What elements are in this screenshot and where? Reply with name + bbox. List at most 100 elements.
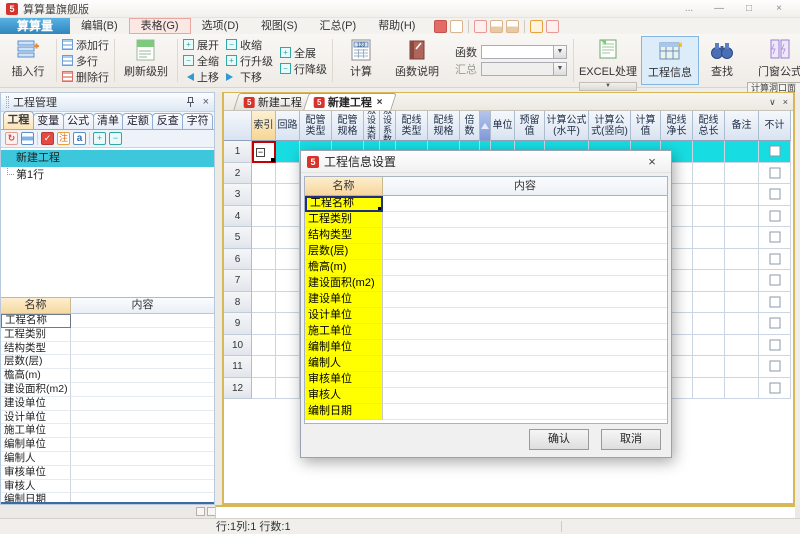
grid-cell[interactable] [252,206,276,228]
property-value-cell[interactable] [71,438,214,452]
dialog-close-icon[interactable]: × [639,154,665,169]
grid-column-header[interactable]: 不计 [759,111,791,141]
grid-cell[interactable] [725,141,759,163]
collapse-box-icon[interactable]: − [256,148,265,157]
grid-cell[interactable] [725,206,759,228]
grid-cell[interactable] [759,335,791,357]
menu-item-help[interactable]: 帮助(H) [367,18,426,34]
row-number-cell[interactable]: 1 [224,141,252,163]
row-upgrade-button[interactable]: +行升级 [226,53,273,68]
dialog-value-cell[interactable] [383,404,667,420]
property-value-cell[interactable] [71,328,214,342]
property-value-cell[interactable] [71,493,214,504]
collapse-all-button[interactable]: −全缩 [183,53,219,68]
grid-cell[interactable] [725,249,759,271]
grid-cell[interactable] [759,270,791,292]
row-number-cell[interactable]: 4 [224,206,252,228]
dialog-value-cell[interactable] [383,388,667,404]
app-menu-button[interactable]: 算算量 [0,18,70,34]
menu-item-edit[interactable]: 编辑(B) [70,18,129,34]
property-value-cell[interactable] [71,452,214,466]
quick-preview-icon[interactable] [530,20,543,33]
collapse-button[interactable]: −收缩 [226,37,273,52]
grid-cell[interactable] [693,141,725,163]
tab-backcheck[interactable]: 反查 [152,113,183,129]
grid-column-header[interactable]: 回路 [276,111,300,141]
property-name-cell[interactable]: 审核单位 [1,466,71,480]
dialog-value-cell[interactable] [383,372,667,388]
row-number-cell[interactable]: 5 [224,227,252,249]
grid-cell[interactable] [759,206,791,228]
grid-cell[interactable] [725,270,759,292]
dialog-name-cell[interactable]: 结构类型 [305,228,383,244]
property-name-cell[interactable]: 建设面积(m2) [1,383,71,397]
font-icon[interactable]: a [73,132,86,145]
project-info-button[interactable]: ★ 工程信息 [641,36,699,85]
grid-cell[interactable] [276,249,300,271]
check-icon[interactable]: ✓ [41,132,54,145]
grid-cell[interactable] [693,249,725,271]
dialog-name-cell[interactable]: 层数(层) [305,244,383,260]
menu-item-table[interactable]: 表格(G) [129,18,191,34]
property-name-cell[interactable]: 设计单位 [1,411,71,425]
grid-cell[interactable] [252,184,276,206]
tab-project[interactable]: 工程 [3,111,34,129]
grid-cell[interactable] [276,313,300,335]
property-name-cell[interactable]: 施工单位 [1,424,71,438]
property-value-cell[interactable] [71,342,214,356]
grid-column-header[interactable]: 倍数 [460,111,480,141]
property-value-cell[interactable] [71,480,214,494]
tab-variable[interactable]: 变量 [33,113,64,129]
grid-cell[interactable] [725,292,759,314]
drag-grip[interactable] [6,96,9,108]
row-number-cell[interactable]: 3 [224,184,252,206]
grid-cell[interactable] [252,378,276,400]
window-formula-button[interactable]: 门窗公式 计算洞口面∨ [745,36,800,85]
dialog-name-cell[interactable]: 建设单位 [305,292,383,308]
dialog-name-cell[interactable]: 设计单位 [305,308,383,324]
tree-item-project[interactable]: 新建工程 [1,150,214,167]
grid-cell[interactable] [725,378,759,400]
grid-cell[interactable] [276,270,300,292]
doc-tab-close-icon[interactable]: × [377,97,383,108]
grid-cell[interactable] [759,227,791,249]
grid-column-header[interactable]: 配线总长 [693,111,725,141]
menu-item-options[interactable]: 选项(D) [191,18,250,34]
grid-column-header[interactable]: 单位 [491,111,515,141]
property-value-cell[interactable] [71,383,214,397]
quick-save-icon[interactable] [490,20,503,33]
excel-dropdown-button[interactable]: ▼ [579,82,637,91]
dialog-value-cell[interactable] [383,292,667,308]
row-downgrade-button[interactable]: −行降级 [280,61,327,76]
doc-tab-active[interactable]: 5 新建工程 × [303,93,396,110]
dialog-value-cell[interactable] [383,212,667,228]
grid-cell[interactable] [759,249,791,271]
nocalc-checkbox[interactable] [769,167,780,178]
property-value-cell[interactable] [71,369,214,383]
nocalc-checkbox[interactable] [769,146,780,157]
grid-cell[interactable] [276,292,300,314]
grid-cell[interactable] [276,378,300,400]
grid-cell[interactable] [759,184,791,206]
dialog-name-cell[interactable]: 施工单位 [305,324,383,340]
tree-collapse-icon[interactable]: − [109,132,122,145]
row-number-cell[interactable]: 7 [224,270,252,292]
grid-cell[interactable] [725,184,759,206]
grid-cell[interactable] [252,356,276,378]
grid-cell[interactable] [252,292,276,314]
grid-cell[interactable] [276,356,300,378]
move-down-button[interactable]: 下移 [226,69,273,84]
property-name-cell[interactable]: 工程名称 [1,314,71,328]
panel-splitter[interactable] [215,92,222,505]
insert-row-button[interactable]: 插入行 [2,36,54,85]
cancel-button[interactable]: 取消 [601,429,661,450]
grid-cell[interactable] [725,356,759,378]
grid-cell[interactable] [252,227,276,249]
property-name-cell[interactable]: 审核人 [1,480,71,494]
close-button[interactable]: × [764,0,794,18]
property-name-cell[interactable]: 檐高(m) [1,369,71,383]
grid-cell[interactable] [725,313,759,335]
property-name-cell[interactable]: 编制人 [1,452,71,466]
grid-cell[interactable] [276,227,300,249]
grid-cell[interactable] [276,141,300,163]
